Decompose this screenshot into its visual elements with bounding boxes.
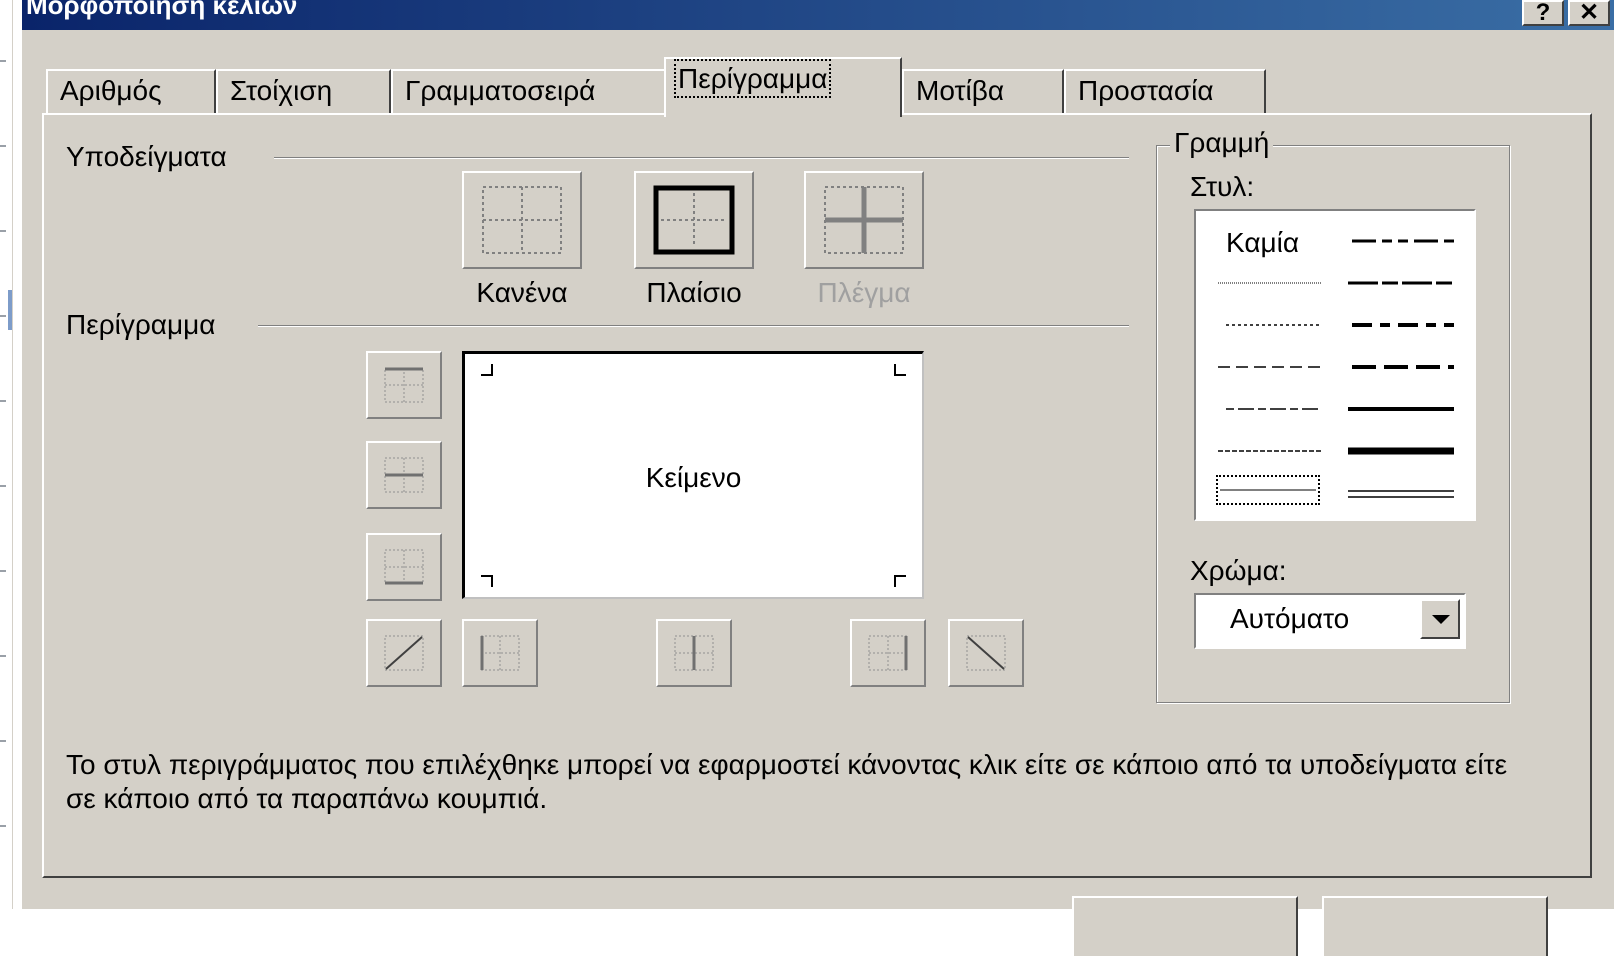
dialog-title: Μορφοποίηση κελιών (26, 0, 298, 20)
border-diagonal-down-button[interactable] (948, 619, 1024, 687)
line-styles-right-icon[interactable] (1346, 231, 1458, 501)
spreadsheet-edge (0, 0, 13, 909)
tab-label: Αριθμός (60, 75, 162, 106)
preview-corner-mark (481, 364, 493, 376)
tab-font[interactable]: Γραμματοσειρά (391, 69, 671, 113)
preset-outline-button[interactable] (634, 171, 754, 269)
tab-protection[interactable]: Προστασία (1064, 69, 1266, 113)
tab-label: Στοίχιση (230, 75, 333, 106)
border-inside-vertical-icon (674, 635, 714, 671)
tab-label: Περίγραμμα (673, 59, 832, 98)
color-label: Χρώμα: (1190, 555, 1287, 586)
preset-inside-icon (824, 186, 904, 254)
border-left-icon (480, 635, 520, 671)
title-bar: Μορφοποίηση κελιών ? ✕ (22, 0, 1614, 30)
ok-button[interactable] (1072, 896, 1298, 956)
preset-none-button[interactable] (462, 171, 582, 269)
preset-inside-label: Πλέγμα (817, 277, 911, 308)
preset-inside-button[interactable] (804, 171, 924, 269)
preset-none-icon (482, 186, 562, 254)
preview-corner-mark (894, 364, 906, 376)
border-right-button[interactable] (850, 619, 926, 687)
line-style-selected[interactable] (1216, 475, 1320, 505)
tab-label: Γραμματοσειρά (405, 75, 596, 106)
border-top-icon (384, 367, 424, 403)
presets-group-label: Υποδείγματα (66, 141, 233, 173)
preset-none-label: Κανένα (476, 277, 568, 308)
line-style-none[interactable]: Καμία (1226, 227, 1299, 259)
border-bottom-button[interactable] (366, 533, 442, 601)
format-cells-dialog: Αριθμός Στοίχιση Γραμματοσειρά Περίγραμμ… (22, 30, 1614, 956)
info-text: Το στυλ περιγράμματος που επιλέχθηκε μπο… (66, 749, 1508, 814)
preview-corner-mark (894, 575, 906, 587)
tab-patterns[interactable]: Μοτίβα (902, 69, 1064, 113)
border-right-icon (868, 635, 908, 671)
line-group-label: Γραμμή (1170, 127, 1274, 159)
tab-label: Προστασία (1078, 75, 1214, 106)
color-dropdown[interactable]: Αυτόματο (1194, 593, 1466, 649)
border-bottom-icon (384, 549, 424, 585)
preset-outline-label: Πλαίσιο (646, 277, 742, 308)
border-top-button[interactable] (366, 351, 442, 419)
cancel-button[interactable] (1322, 896, 1548, 956)
line-styles-left-icon[interactable] (1216, 281, 1326, 481)
tab-border[interactable]: Περίγραμμα (664, 57, 902, 117)
preview-text: Κείμενο (645, 462, 742, 493)
diagonal-up-icon (384, 635, 424, 671)
chevron-down-icon[interactable] (1420, 599, 1460, 639)
help-button[interactable]: ? (1522, 0, 1564, 26)
presets-divider (274, 157, 1129, 159)
tab-label: Μοτίβα (916, 75, 1005, 106)
border-diagonal-up-button[interactable] (366, 619, 442, 687)
close-button[interactable]: ✕ (1568, 0, 1610, 26)
preview-corner-mark (481, 575, 493, 587)
border-preview[interactable]: Κείμενο (462, 351, 924, 599)
border-group-label: Περίγραμμα (66, 309, 222, 341)
border-inside-vertical-button[interactable] (656, 619, 732, 687)
preset-outline-icon (653, 185, 735, 255)
tab-alignment[interactable]: Στοίχιση (216, 69, 391, 113)
border-left-button[interactable] (462, 619, 538, 687)
selected-row-marker (8, 290, 12, 330)
color-value: Αυτόματο (1230, 603, 1350, 634)
tab-number[interactable]: Αριθμός (46, 69, 216, 113)
border-divider (258, 325, 1129, 327)
border-inside-horizontal-button[interactable] (366, 441, 442, 509)
border-inside-horizontal-icon (384, 457, 424, 493)
diagonal-down-icon (966, 635, 1006, 671)
line-style-list[interactable]: Καμία (1194, 209, 1476, 521)
style-label: Στυλ: (1190, 171, 1255, 202)
